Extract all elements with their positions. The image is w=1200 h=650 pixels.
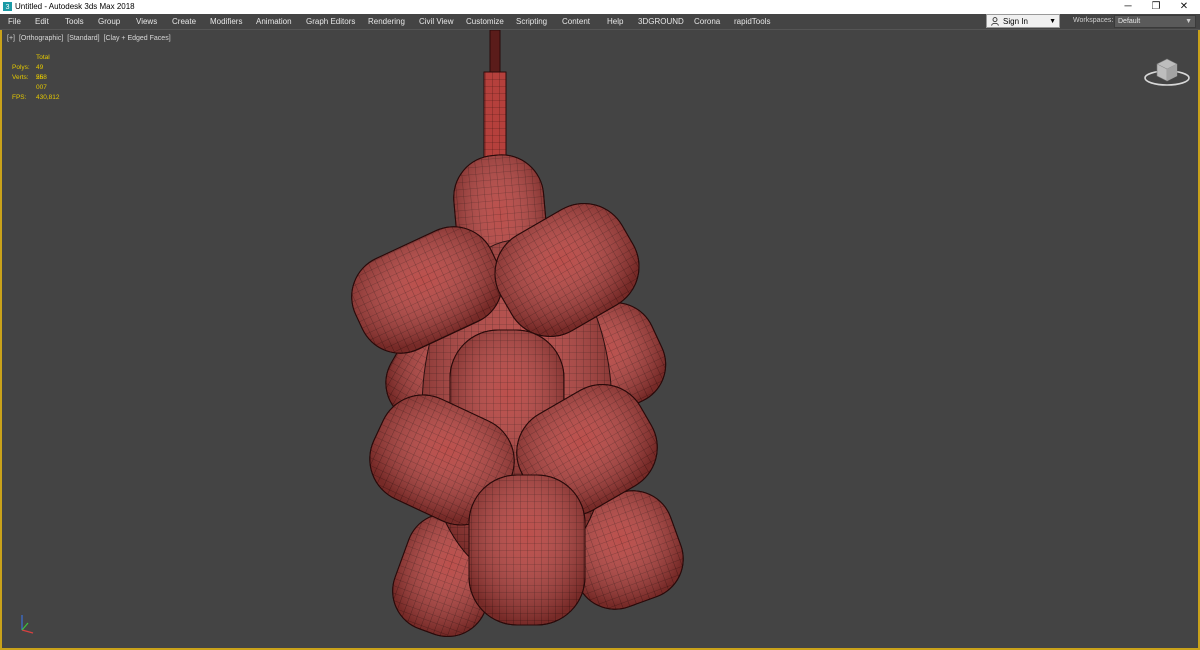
window-title: Untitled - Autodesk 3ds Max 2018 [15,2,135,11]
menu-3dground[interactable]: 3DGROUND [638,16,684,27]
viewcube-icon[interactable] [1142,50,1192,88]
chevron-down-icon: ▼ [1185,18,1192,25]
viewport-orthographic[interactable]: [+] [Orthographic] [Standard] [Clay + Ed… [0,30,1200,650]
viewport-pov-label[interactable]: [Orthographic] [19,35,63,42]
menu-content[interactable]: Content [562,16,590,27]
menu-graph-editors[interactable]: Graph Editors [306,16,355,27]
viewport-label[interactable]: [+] [Orthographic] [Standard] [Clay + Ed… [7,34,173,43]
chevron-down-icon: ▼ [1049,18,1056,25]
menu-help[interactable]: Help [607,16,623,27]
menu-tools[interactable]: Tools [65,16,84,27]
svg-text:3: 3 [6,2,10,11]
menu-corona[interactable]: Corona [694,16,720,27]
menu-rapidtools[interactable]: rapidTools [734,16,770,27]
menu-scripting[interactable]: Scripting [516,16,547,27]
menu-customize[interactable]: Customize [466,16,504,27]
viewport-display-mode[interactable]: [Clay + Edged Faces] [104,35,171,42]
user-icon [991,17,999,26]
viewport-shading-standard[interactable]: [Standard] [67,35,99,42]
menu-modifiers[interactable]: Modifiers [210,16,242,27]
fps-value: 430,812 [36,94,60,101]
menu-group[interactable]: Group [98,16,120,27]
menu-animation[interactable]: Animation [256,16,292,27]
menu-create[interactable]: Create [172,16,196,27]
fps-readout: FPS: 430,812 [12,93,60,103]
workspaces-select[interactable]: Default ▼ [1114,15,1196,28]
menu-civil-view[interactable]: Civil View [419,16,454,27]
title-bar: 3 Untitled - Autodesk 3ds Max 2018 ─ ❐ ✕ [0,0,1200,14]
red-capsule-cluster-model[interactable] [2,30,1198,648]
menu-edit[interactable]: Edit [35,16,49,27]
verts-label: Verts: [12,74,29,81]
polys-label: Polys: [12,64,30,71]
minimize-button[interactable]: ─ [1114,0,1142,14]
workspaces-value: Default [1118,18,1141,25]
workspaces-label: Workspaces: [1073,17,1114,24]
menu-views[interactable]: Views [136,16,157,27]
menu-file[interactable]: File [8,16,21,27]
menu-rendering[interactable]: Rendering [368,16,405,27]
close-button[interactable]: ✕ [1170,0,1198,14]
axis-tripod-icon [21,615,34,634]
fps-label: FPS: [12,94,27,101]
viewport-plus-menu[interactable]: [+] [7,35,15,42]
verts-value: 25 007 [36,74,47,91]
stats-header: Total [36,54,50,61]
restore-button[interactable]: ❐ [1142,0,1170,14]
sign-in-dropdown[interactable]: Sign In ▼ [986,14,1060,28]
sign-in-label: Sign In [1003,17,1028,26]
3dsmax-logo-icon: 3 [3,2,12,11]
